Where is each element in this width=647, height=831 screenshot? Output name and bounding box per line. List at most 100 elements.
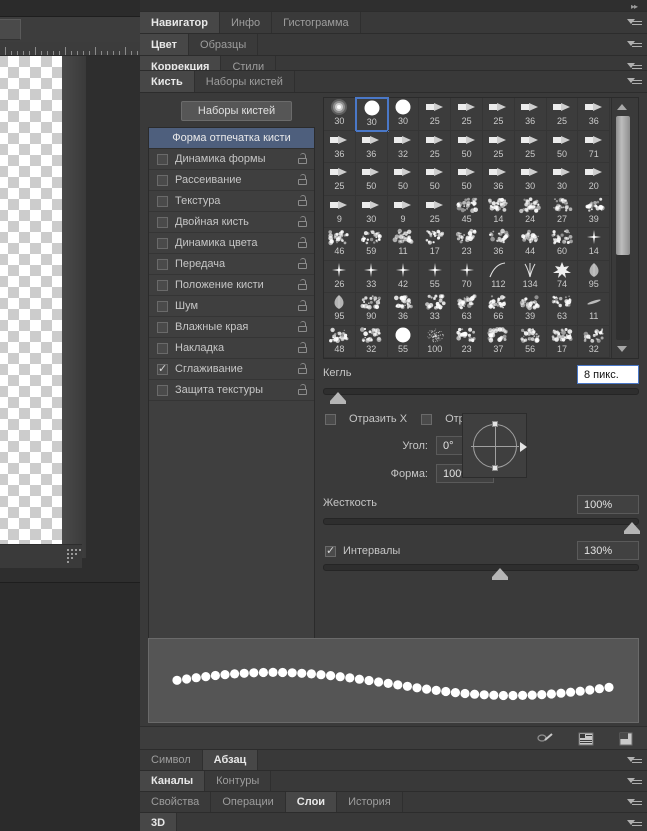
- tab-channels-0[interactable]: Каналы: [140, 771, 205, 791]
- brush-option-row[interactable]: Сглаживание: [149, 359, 314, 380]
- brush-preset-cell[interactable]: 39: [578, 196, 610, 229]
- brush-preset-cell[interactable]: 100: [419, 326, 451, 359]
- brush-preset-cell[interactable]: 95: [578, 261, 610, 294]
- panel-menu-icon[interactable]: [621, 750, 647, 770]
- spacing-checkbox[interactable]: [325, 546, 336, 557]
- brush-preset-cell[interactable]: 50: [356, 163, 388, 196]
- brush-preset-cell[interactable]: 30: [324, 98, 356, 131]
- scroll-down-icon[interactable]: [617, 346, 627, 352]
- brush-preset-cell[interactable]: 9: [324, 196, 356, 229]
- lock-icon[interactable]: [298, 174, 307, 185]
- brush-panel-icon[interactable]: [577, 731, 595, 747]
- lock-icon[interactable]: [298, 321, 307, 332]
- brush-option-checkbox[interactable]: [157, 385, 168, 396]
- tab-three-d-0[interactable]: 3D: [140, 813, 177, 831]
- brush-preset-cell[interactable]: 20: [578, 163, 610, 196]
- brush-preset-cell[interactable]: 11: [388, 228, 420, 261]
- tab-layers-3[interactable]: История: [337, 792, 403, 812]
- lock-icon[interactable]: [298, 258, 307, 269]
- brush-preset-cell[interactable]: 56: [515, 326, 547, 359]
- brush-option-checkbox[interactable]: [157, 217, 168, 228]
- tab-layers-0[interactable]: Свойства: [140, 792, 211, 812]
- brush-option-checkbox[interactable]: [157, 364, 168, 375]
- brush-option-checkbox[interactable]: [157, 322, 168, 333]
- brush-preset-cell[interactable]: 25: [515, 131, 547, 164]
- brush-preset-cell[interactable]: 50: [451, 163, 483, 196]
- brush-preset-cell[interactable]: 32: [578, 326, 610, 359]
- size-input[interactable]: 8 пикс.: [577, 365, 639, 384]
- brush-toggle-icon[interactable]: [537, 731, 555, 747]
- panel-menu-icon[interactable]: [621, 12, 647, 33]
- flip-y-checkbox[interactable]: [421, 414, 432, 425]
- tab-color-1[interactable]: Образцы: [189, 34, 258, 55]
- lock-icon[interactable]: [298, 216, 307, 227]
- brush-preset-cell[interactable]: 30: [388, 98, 420, 131]
- brush-preset-cell[interactable]: 33: [419, 293, 451, 326]
- scroll-up-icon[interactable]: [617, 104, 627, 110]
- brush-preset-cell[interactable]: 63: [547, 293, 579, 326]
- brush-preset-cell[interactable]: 36: [483, 163, 515, 196]
- brush-option-row[interactable]: Положение кисти: [149, 275, 314, 296]
- brush-preset-cell[interactable]: 46: [324, 228, 356, 261]
- brush-preset-cell[interactable]: 134: [515, 261, 547, 294]
- brush-preset-cell[interactable]: 27: [547, 196, 579, 229]
- brush-preset-cell[interactable]: 48: [324, 326, 356, 359]
- brush-preset-cell[interactable]: 74: [547, 261, 579, 294]
- tab-character-1[interactable]: Абзац: [203, 750, 259, 770]
- size-slider-thumb[interactable]: [330, 392, 346, 401]
- brush-option-row[interactable]: Динамика цвета: [149, 233, 314, 254]
- angle-roundness-widget[interactable]: [462, 413, 527, 478]
- lock-icon[interactable]: [298, 300, 307, 311]
- lock-icon[interactable]: [298, 384, 307, 395]
- tab-brush-0[interactable]: Кисть: [140, 71, 195, 92]
- brush-preset-cell[interactable]: 59: [356, 228, 388, 261]
- brush-preset-cell[interactable]: 36: [483, 228, 515, 261]
- tab-layers-2[interactable]: Слои: [286, 792, 337, 812]
- panel-menu-icon[interactable]: [621, 34, 647, 55]
- hardness-slider[interactable]: [323, 518, 639, 525]
- brush-option-checkbox[interactable]: [157, 175, 168, 186]
- tab-navigator-2[interactable]: Гистограмма: [272, 12, 361, 33]
- brush-preset-cell[interactable]: 90: [356, 293, 388, 326]
- new-brush-icon[interactable]: [617, 731, 635, 747]
- brush-option-checkbox[interactable]: [157, 238, 168, 249]
- brush-preset-cell[interactable]: 33: [356, 261, 388, 294]
- lock-icon[interactable]: [298, 195, 307, 206]
- hardness-input[interactable]: 100%: [577, 495, 639, 514]
- panel-menu-icon[interactable]: [621, 813, 647, 831]
- brush-option-row[interactable]: Динамика формы: [149, 149, 314, 170]
- lock-icon[interactable]: [298, 279, 307, 290]
- brush-option-row[interactable]: Влажные края: [149, 317, 314, 338]
- brush-preset-cell[interactable]: 30: [515, 163, 547, 196]
- brush-preset-cell[interactable]: 32: [388, 131, 420, 164]
- brush-preset-cell[interactable]: 23: [451, 228, 483, 261]
- brush-preset-cell[interactable]: 25: [419, 98, 451, 131]
- brush-preset-cell[interactable]: 63: [451, 293, 483, 326]
- brush-preset-cell[interactable]: 30: [356, 98, 388, 131]
- brush-preset-cell[interactable]: 25: [451, 98, 483, 131]
- collapse-panels-icon[interactable]: ▸▸: [627, 2, 641, 10]
- brush-preset-cell[interactable]: 37: [483, 326, 515, 359]
- brush-option-checkbox[interactable]: [157, 301, 168, 312]
- brush-preset-cell[interactable]: 25: [483, 131, 515, 164]
- flip-x-checkbox[interactable]: [325, 414, 336, 425]
- resize-grip[interactable]: [63, 545, 83, 565]
- brush-preset-cell[interactable]: 36: [578, 98, 610, 131]
- brush-option-row[interactable]: Текстура: [149, 191, 314, 212]
- brush-preset-cell[interactable]: 26: [324, 261, 356, 294]
- tab-navigator-1[interactable]: Инфо: [220, 12, 272, 33]
- brush-option-checkbox[interactable]: [157, 343, 168, 354]
- brush-grid-rows[interactable]: 3030302525253625363636322550252550712550…: [324, 98, 611, 358]
- panel-menu-icon[interactable]: [621, 71, 647, 92]
- brush-preset-cell[interactable]: 55: [419, 261, 451, 294]
- spacing-input[interactable]: 130%: [577, 541, 639, 560]
- brush-preset-cell[interactable]: 95: [324, 293, 356, 326]
- scrollbar-track[interactable]: [616, 116, 630, 340]
- lock-icon[interactable]: [298, 153, 307, 164]
- brush-preset-cell[interactable]: 17: [547, 326, 579, 359]
- lock-icon[interactable]: [298, 342, 307, 353]
- brush-preset-cell[interactable]: 70: [451, 261, 483, 294]
- brush-option-row[interactable]: Двойная кисть: [149, 212, 314, 233]
- brush-preset-cell[interactable]: 66: [483, 293, 515, 326]
- tab-layers-1[interactable]: Операции: [211, 792, 285, 812]
